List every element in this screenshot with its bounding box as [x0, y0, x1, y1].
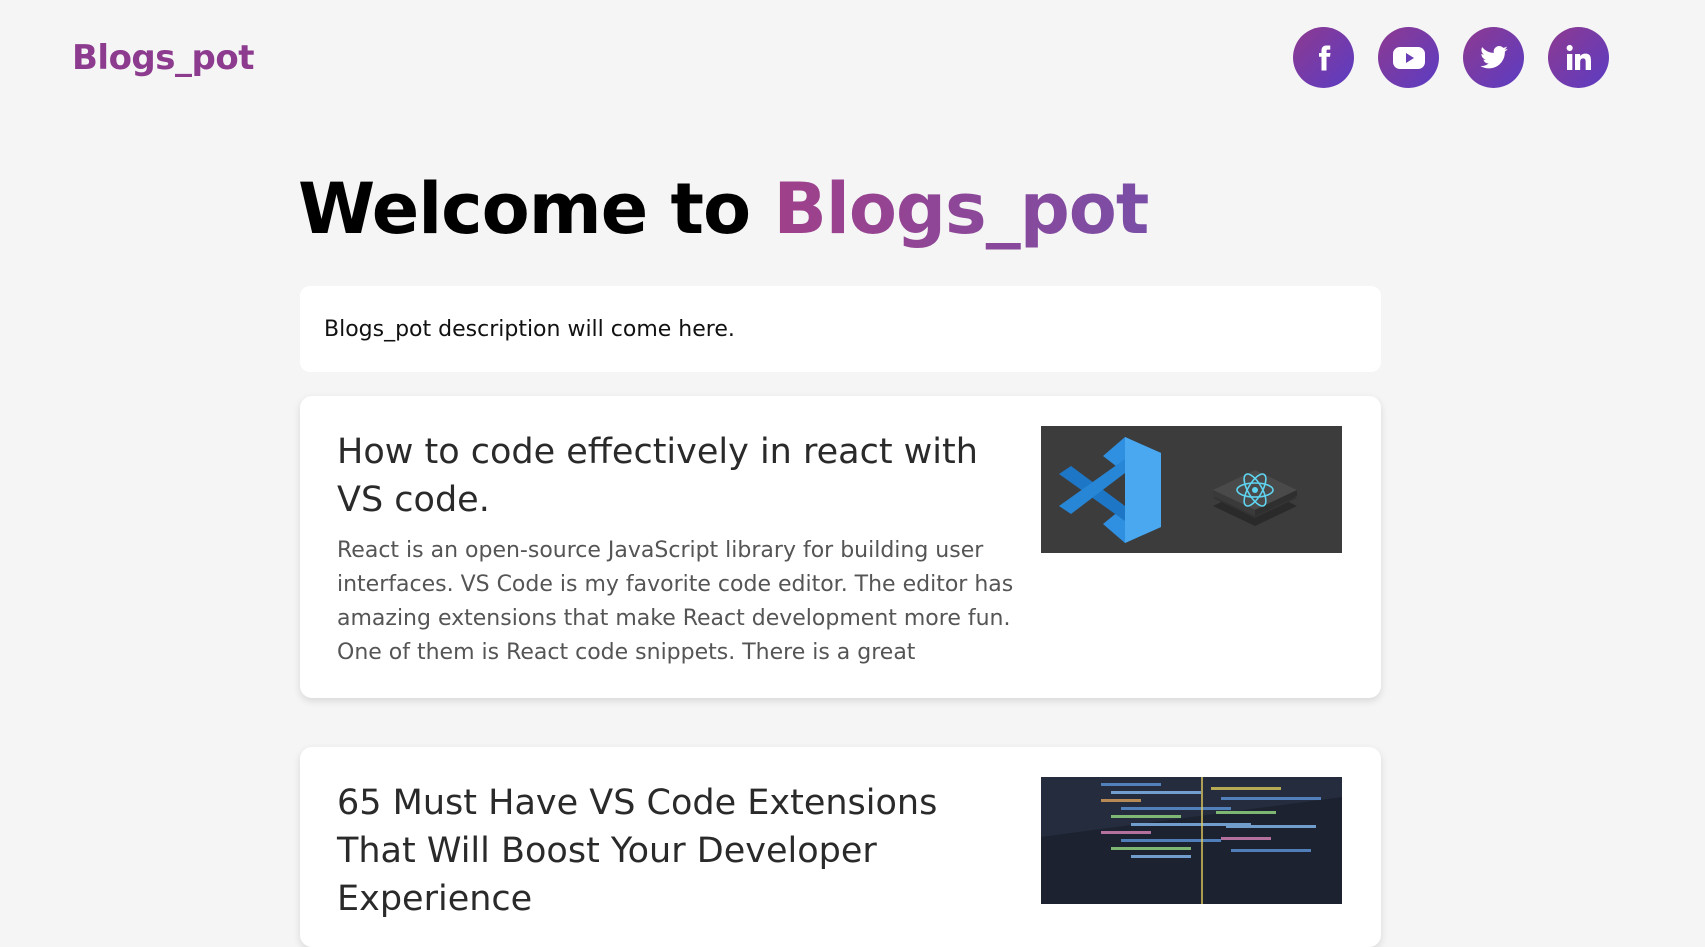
page-title-brand: Blogs_pot: [773, 168, 1149, 250]
twitter-button[interactable]: [1463, 27, 1524, 88]
facebook-button[interactable]: [1293, 27, 1354, 88]
post-title[interactable]: How to code effectively in react with VS…: [337, 428, 1017, 524]
site-description: Blogs_pot description will come here.: [324, 316, 735, 342]
youtube-icon: [1392, 46, 1425, 69]
header: Blogs_pot: [0, 0, 1705, 120]
linkedin-icon: [1566, 44, 1591, 70]
post-thumbnail[interactable]: [1041, 426, 1342, 553]
description-card: Blogs_pot description will come here.: [300, 286, 1381, 372]
post-thumbnail[interactable]: [1041, 777, 1342, 904]
facebook-icon: [1318, 45, 1330, 70]
page-title: Welcome to Blogs_pot: [298, 168, 1149, 250]
twitter-icon: [1479, 45, 1508, 68]
code-editor-thumbnail: [1041, 777, 1342, 904]
post-card[interactable]: How to code effectively in react with VS…: [300, 396, 1381, 698]
site-logo[interactable]: Blogs_pot: [72, 38, 254, 78]
social-links: [1293, 27, 1609, 88]
linkedin-button[interactable]: [1548, 27, 1609, 88]
youtube-button[interactable]: [1378, 27, 1439, 88]
post-title[interactable]: 65 Must Have VS Code Extensions That Wil…: [337, 779, 1017, 923]
page-title-prefix: Welcome to: [298, 168, 774, 250]
post-excerpt: React is an open-source JavaScript libra…: [337, 538, 1014, 665]
vscode-react-thumbnail: [1041, 426, 1342, 553]
post-card[interactable]: 65 Must Have VS Code Extensions That Wil…: [300, 747, 1381, 947]
